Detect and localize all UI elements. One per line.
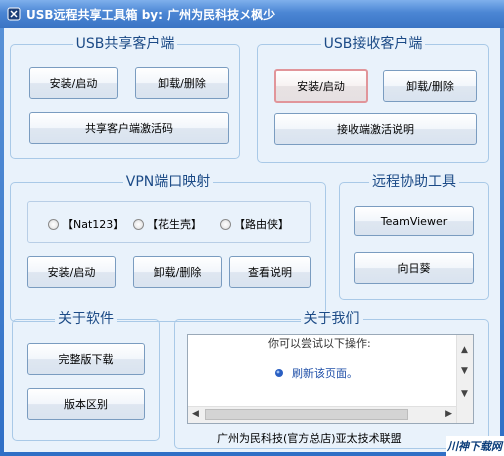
window-title: USB远程共享工具箱 by: 广州为民科技メ枫少 <box>26 7 276 22</box>
scroll-right-icon[interactable]: ▶ <box>445 410 452 419</box>
teamviewer-button[interactable]: TeamViewer <box>354 206 474 236</box>
receive-install-button[interactable]: 安装/启动 <box>274 69 368 103</box>
scroll-up-icon[interactable]: ▲ <box>461 346 468 355</box>
full-version-download-button[interactable]: 完整版下载 <box>27 343 145 375</box>
scroll-down-icon[interactable]: ▼ <box>461 367 468 376</box>
vpn-group: VPN端口映射 【Nat123】 【花生壳】 【路由侠】 安装/启动 卸载/删除… <box>10 174 326 322</box>
radio-nat123-label: 【Nat123】 <box>62 218 125 231</box>
radio-circle-icon[interactable] <box>133 218 144 230</box>
usb-share-client-title: USB共享客户端 <box>72 36 178 52</box>
app-icon <box>6 6 22 22</box>
share-activation-button[interactable]: 共享客户端激活码 <box>29 112 229 144</box>
web-hint-text: 你可以尝试以下操作: <box>268 337 371 350</box>
usb-receive-client-group: USB接收客户端 安装/启动 卸载/删除 接收端激活说明 <box>257 36 489 163</box>
vertical-scrollbar[interactable]: ▲ ▼ ▼ <box>456 335 473 423</box>
about-us-title: 关于我们 <box>300 311 363 327</box>
vpn-option-box: 【Nat123】 【花生壳】 【路由侠】 <box>27 201 311 243</box>
radio-huashengke-label: 【花生壳】 <box>147 218 202 231</box>
remote-tools-title: 远程协助工具 <box>369 174 459 190</box>
about-software-group: 关于软件 完整版下载 版本区别 <box>12 311 160 441</box>
download-site-watermark: 川神下载网 <box>446 436 504 456</box>
receive-activation-button[interactable]: 接收端激活说明 <box>274 113 477 145</box>
radio-luyouxia[interactable]: 【路由侠】 <box>220 216 289 232</box>
vpn-title: VPN端口映射 <box>122 174 214 190</box>
radio-huashengke[interactable]: 【花生壳】 <box>133 216 202 232</box>
bullet-icon <box>275 369 283 377</box>
about-us-group: 关于我们 你可以尝试以下操作: 刷新该页面。 ▲ ▼ ▼ ◀ ▶ 广州为民科技(… <box>174 311 489 449</box>
receive-uninstall-button[interactable]: 卸载/删除 <box>383 70 477 102</box>
about-software-title: 关于软件 <box>55 311 117 327</box>
vpn-install-button[interactable]: 安装/启动 <box>27 256 116 288</box>
vpn-uninstall-button[interactable]: 卸载/删除 <box>133 256 222 288</box>
remote-tools-group: 远程协助工具 TeamViewer 向日葵 <box>339 174 489 300</box>
web-browser-panel[interactable]: 你可以尝试以下操作: 刷新该页面。 ▲ ▼ ▼ ◀ ▶ <box>187 334 474 424</box>
radio-nat123[interactable]: 【Nat123】 <box>48 216 124 232</box>
version-difference-button[interactable]: 版本区别 <box>27 388 145 420</box>
refresh-page-link[interactable]: 刷新该页面。 <box>292 365 358 381</box>
app-window: USB远程共享工具箱 by: 广州为民科技メ枫少 USB共享客户端 安装/启动 … <box>0 0 504 456</box>
horizontal-scrollbar[interactable]: ◀ ▶ <box>188 406 456 423</box>
vpn-help-button[interactable]: 查看说明 <box>229 256 311 288</box>
radio-circle-icon[interactable] <box>220 218 231 230</box>
scroll-down-icon[interactable]: ▼ <box>461 390 468 399</box>
usb-share-client-group: USB共享客户端 安装/启动 卸载/删除 共享客户端激活码 <box>10 36 240 159</box>
usb-receive-client-title: USB接收客户端 <box>320 36 426 52</box>
scroll-thumb[interactable] <box>205 409 408 420</box>
company-name: 广州为民科技(官方总店)亚太技术联盟 <box>217 432 402 445</box>
radio-circle-icon[interactable] <box>48 218 59 230</box>
scroll-left-icon[interactable]: ◀ <box>192 410 199 419</box>
title-bar[interactable]: USB远程共享工具箱 by: 广州为民科技メ枫少 <box>0 0 504 28</box>
web-refresh-item[interactable]: 刷新该页面。 <box>274 365 358 381</box>
client-area: USB共享客户端 安装/启动 卸载/删除 共享客户端激活码 USB接收客户端 安… <box>4 28 500 452</box>
share-uninstall-button[interactable]: 卸载/删除 <box>135 67 229 99</box>
share-install-button[interactable]: 安装/启动 <box>29 67 118 99</box>
sunflower-button[interactable]: 向日葵 <box>354 252 474 284</box>
radio-luyouxia-label: 【路由侠】 <box>234 218 289 231</box>
